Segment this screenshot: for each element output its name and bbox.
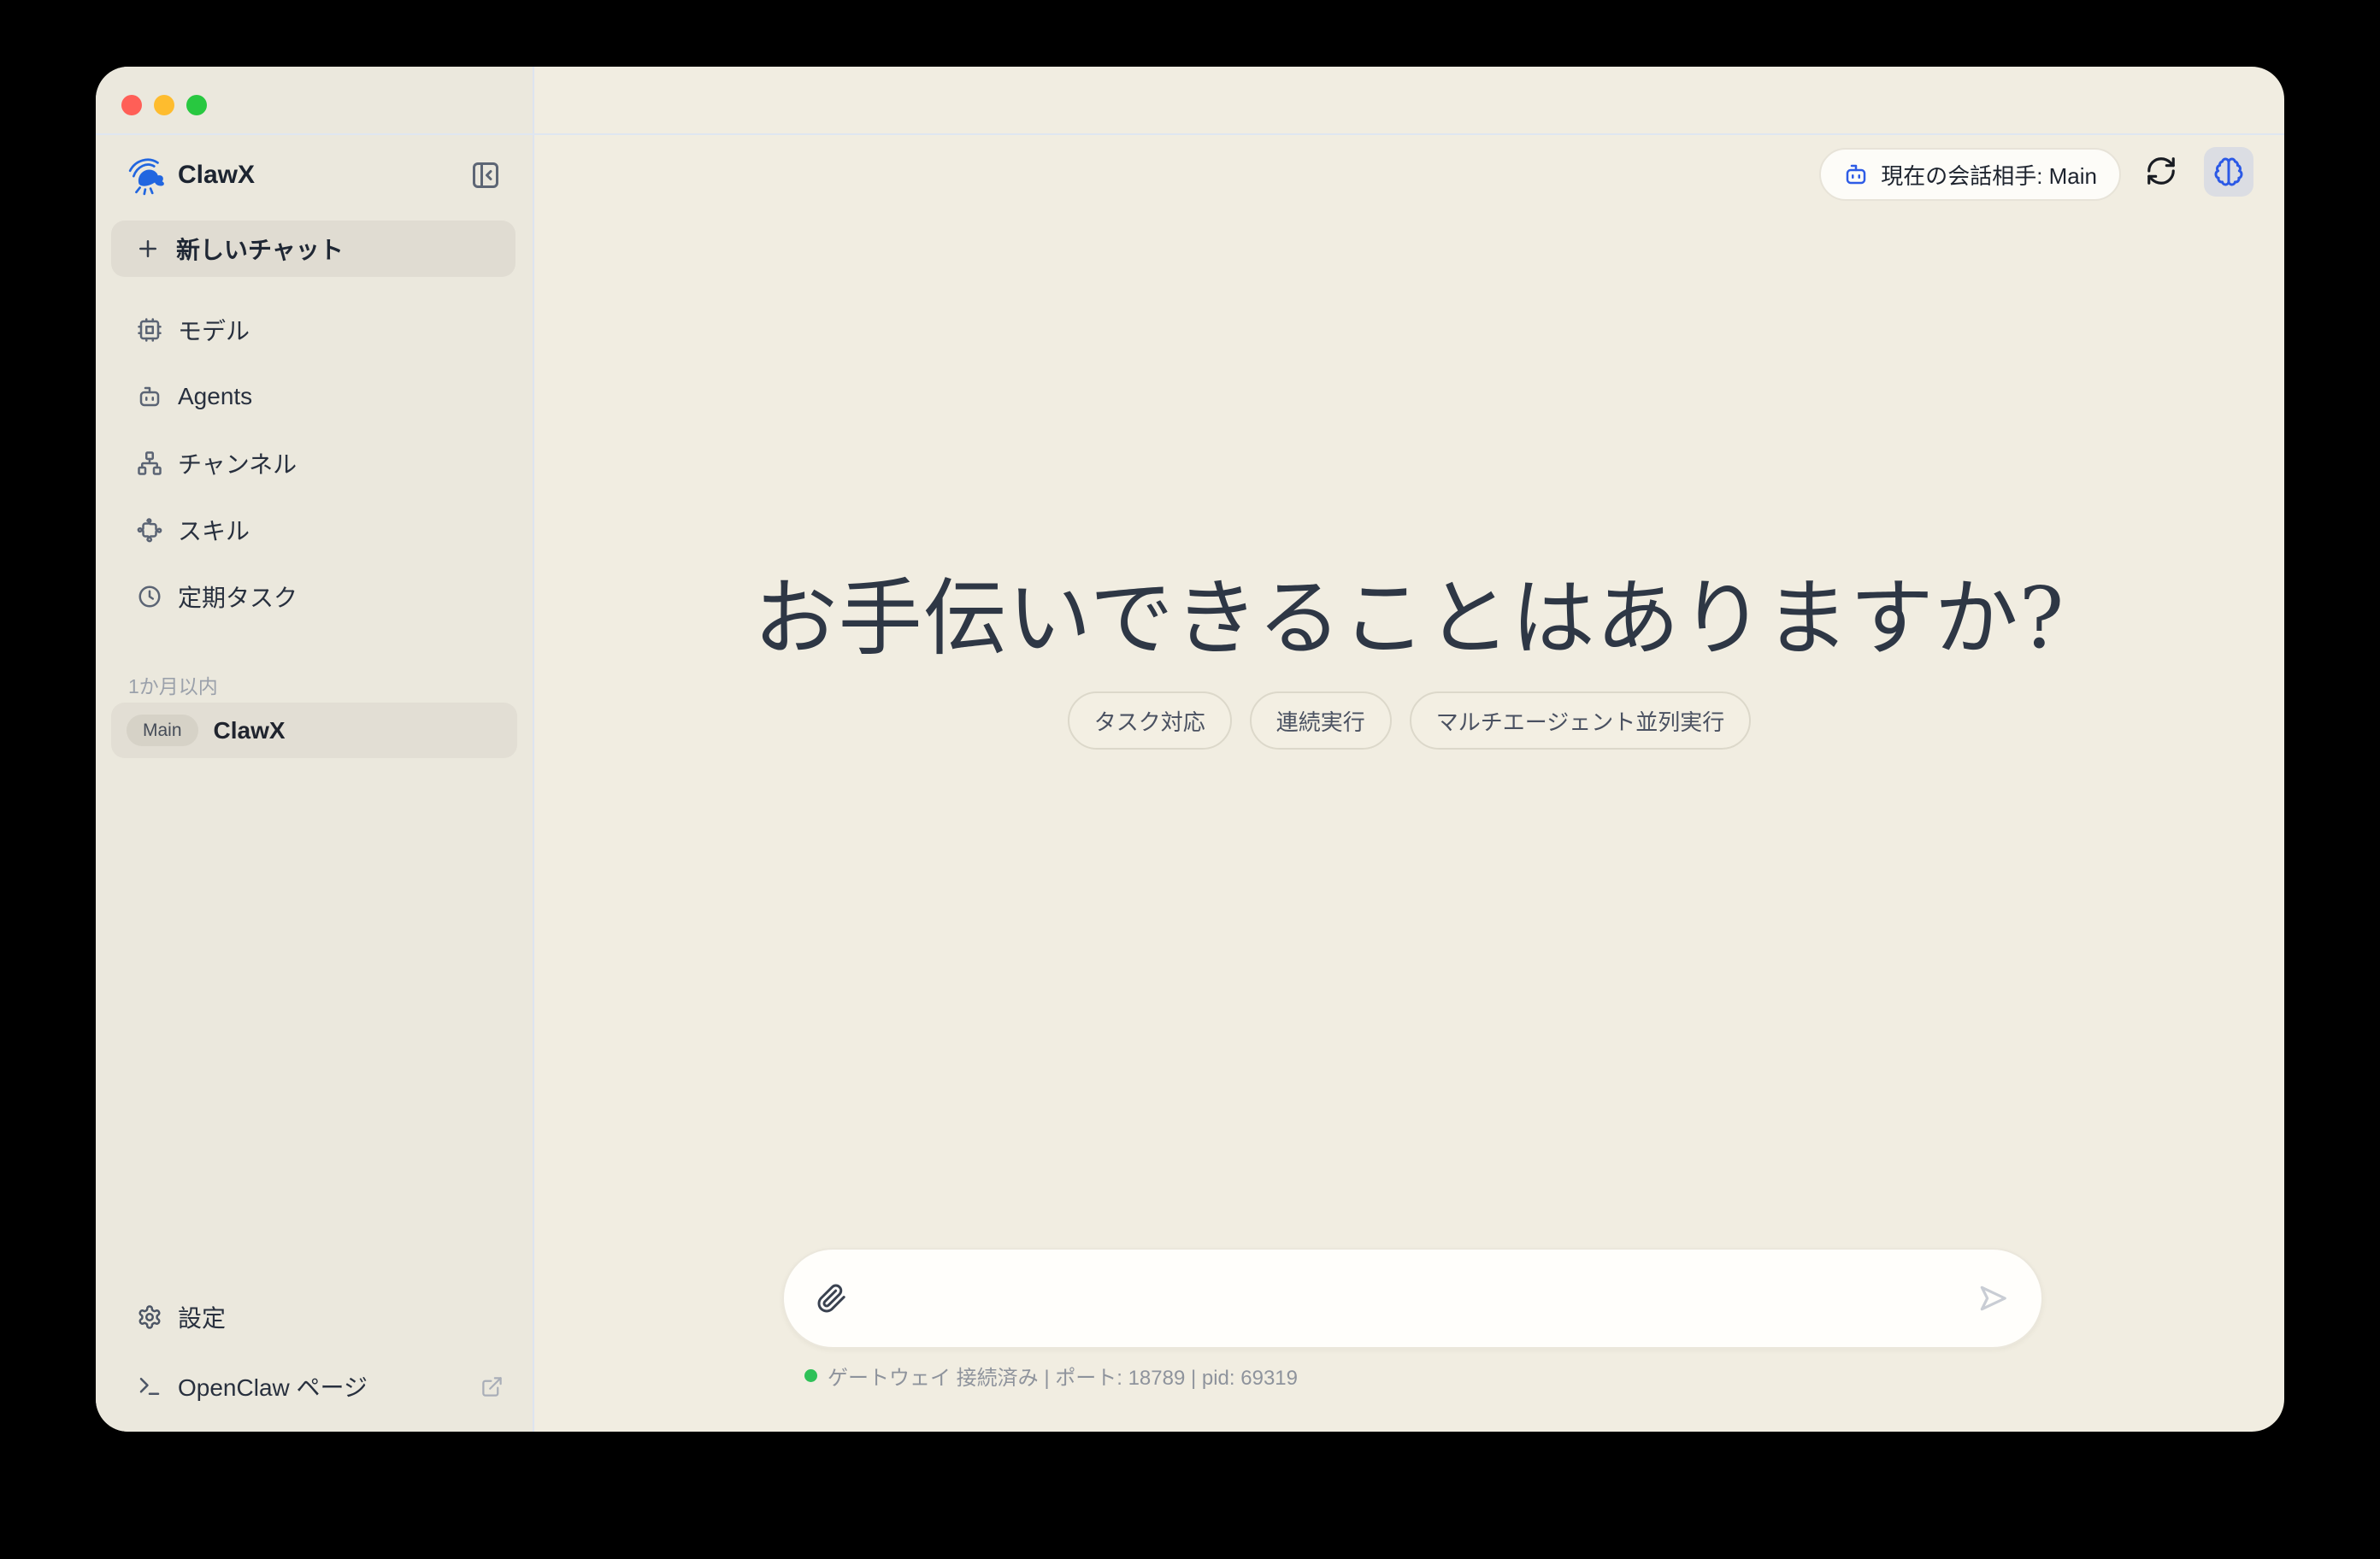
suggestion-pills: タスク対応 連続実行 マルチエージェント並列実行 [534,691,2284,750]
collapse-sidebar-button[interactable] [469,159,502,191]
app-title: ClawX [178,161,469,190]
brain-button[interactable] [2204,147,2253,197]
titlebar [96,67,2284,135]
sidebar: ClawX 新しいチャット モデル [96,67,534,1432]
current-partner-label: 現在の会話相手: Main [1881,159,2097,191]
chat-badge: Main [127,715,198,746]
external-link-icon [480,1375,504,1398]
attach-file-button[interactable] [816,1283,847,1314]
suggestion-continuous-run[interactable]: 連続実行 [1250,691,1392,750]
suggestion-multi-agent[interactable]: マルチエージェント並列実行 [1410,691,1751,750]
terminal-icon [137,1374,162,1399]
robot-icon [1843,162,1869,187]
send-icon [1976,1282,2009,1315]
sidebar-item-label: チャンネル [178,446,297,480]
sidebar-item-agents[interactable]: Agents [111,369,515,424]
gateway-statusbar: ゲートウェイ 接続済み | ポート: 18789 | pid: 69319 [804,1362,1298,1388]
sidebar-nav: モデル Agents チャンネル スキル [111,303,515,636]
app-window: ClawX 新しいチャット モデル [96,67,2284,1432]
sidebar-header: ClawX [127,152,502,198]
minimize-window-button[interactable] [154,95,174,115]
chat-title: ClawX [214,717,286,744]
message-composer [782,1248,2043,1349]
puzzle-icon [137,517,162,543]
sidebar-item-channels[interactable]: チャンネル [111,436,515,491]
zoom-window-button[interactable] [186,95,207,115]
gear-icon [137,1304,162,1330]
sidebar-item-models[interactable]: モデル [111,303,515,357]
hero-greeting: お手伝いできることはありますか? [534,550,2284,672]
robot-icon [137,384,162,409]
panel-left-close-icon [470,160,501,191]
message-input[interactable] [868,1285,1956,1312]
plus-icon [135,236,161,262]
refresh-button[interactable] [2144,155,2178,189]
sidebar-item-openclaw-page[interactable]: OpenClaw ページ [111,1359,517,1414]
clawx-logo-icon [127,154,169,197]
paperclip-icon [816,1283,847,1314]
sidebar-item-label: 定期タスク [178,579,298,614]
refresh-icon [2145,155,2177,187]
send-button[interactable] [1976,1282,2009,1315]
sidebar-item-label: 設定 [178,1300,517,1334]
sidebar-item-skills[interactable]: スキル [111,503,515,557]
sidebar-item-scheduled-tasks[interactable]: 定期タスク [111,569,515,624]
connection-status-dot [804,1369,817,1382]
chat-history-item[interactable]: Main ClawX [111,703,517,758]
sidebar-item-label: OpenClaw ページ [178,1369,465,1403]
history-section-label: 1か月以内 [128,670,218,699]
sidebar-item-label: Agents [178,383,252,410]
chip-icon [137,317,162,343]
sidebar-item-label: スキル [178,513,250,547]
sidebar-item-label: モデル [178,313,250,347]
sidebar-item-settings[interactable]: 設定 [111,1290,517,1344]
close-window-button[interactable] [121,95,142,115]
new-chat-label: 新しいチャット [176,232,344,266]
current-partner-pill[interactable]: 現在の会話相手: Main [1819,148,2121,201]
clock-icon [137,584,162,609]
network-icon [137,450,162,476]
suggestion-task-support[interactable]: タスク対応 [1068,691,1232,750]
new-chat-button[interactable]: 新しいチャット [111,221,515,277]
gateway-status-text: ゲートウェイ 接続済み | ポート: 18789 | pid: 69319 [828,1361,1298,1391]
brain-icon [2213,156,2244,187]
